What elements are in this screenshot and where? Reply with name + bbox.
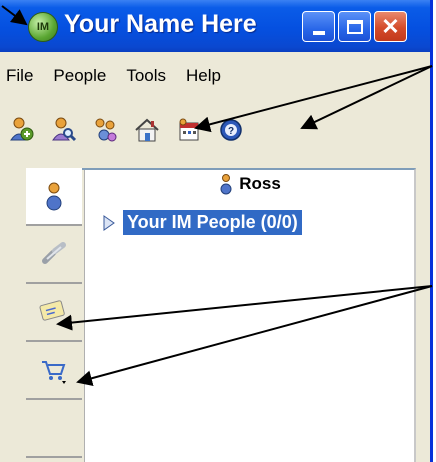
title-bar[interactable]: IM Your Name Here ✕ (0, 0, 430, 52)
group-label[interactable]: Your IM People (0/0) (123, 210, 302, 235)
link-icon (42, 242, 66, 264)
sidebar-tab-card[interactable] (26, 284, 82, 342)
cart-dropdown-icon (42, 361, 66, 384)
svg-text:?: ? (228, 126, 234, 137)
scrollbar-edge (414, 170, 416, 462)
person-icon (46, 182, 62, 211)
home-icon[interactable] (132, 115, 162, 145)
find-person-icon[interactable] (48, 115, 78, 145)
people-icon[interactable] (90, 115, 120, 145)
sidebar (26, 168, 82, 462)
add-person-icon[interactable] (6, 115, 36, 145)
window-title: Your Name Here (64, 10, 257, 38)
maximize-button[interactable] (338, 11, 371, 42)
app-logo-icon[interactable]: IM (28, 12, 58, 42)
menu-file[interactable]: File (6, 66, 43, 94)
sidebar-tab-link[interactable] (26, 226, 82, 284)
menu-help[interactable]: Help (176, 66, 231, 94)
person-icon (220, 174, 232, 195)
expand-arrow-icon[interactable] (103, 214, 115, 231)
calendar-icon[interactable] (174, 115, 204, 145)
contact-list[interactable]: Ross Your IM People (0/0) (84, 170, 415, 462)
sidebar-tab-cart[interactable] (26, 342, 82, 400)
im-window: IM Your Name Here ✕ File People Tools He… (0, 0, 433, 462)
group-row[interactable]: Your IM People (0/0) (103, 210, 302, 235)
sidebar-tab-empty (26, 400, 82, 458)
menu-tools[interactable]: Tools (116, 66, 176, 94)
menu-people[interactable]: People (43, 66, 116, 94)
toolbar: ? (6, 106, 426, 154)
list-header: Ross (85, 170, 415, 198)
close-button[interactable]: ✕ (374, 11, 407, 42)
help-icon[interactable]: ? (216, 115, 246, 145)
card-dropdown-icon (39, 300, 65, 325)
minimize-button[interactable] (302, 11, 335, 42)
sidebar-tab-people[interactable] (26, 168, 82, 226)
account-name: Ross (239, 174, 281, 193)
menu-bar: File People Tools Help (6, 66, 231, 94)
